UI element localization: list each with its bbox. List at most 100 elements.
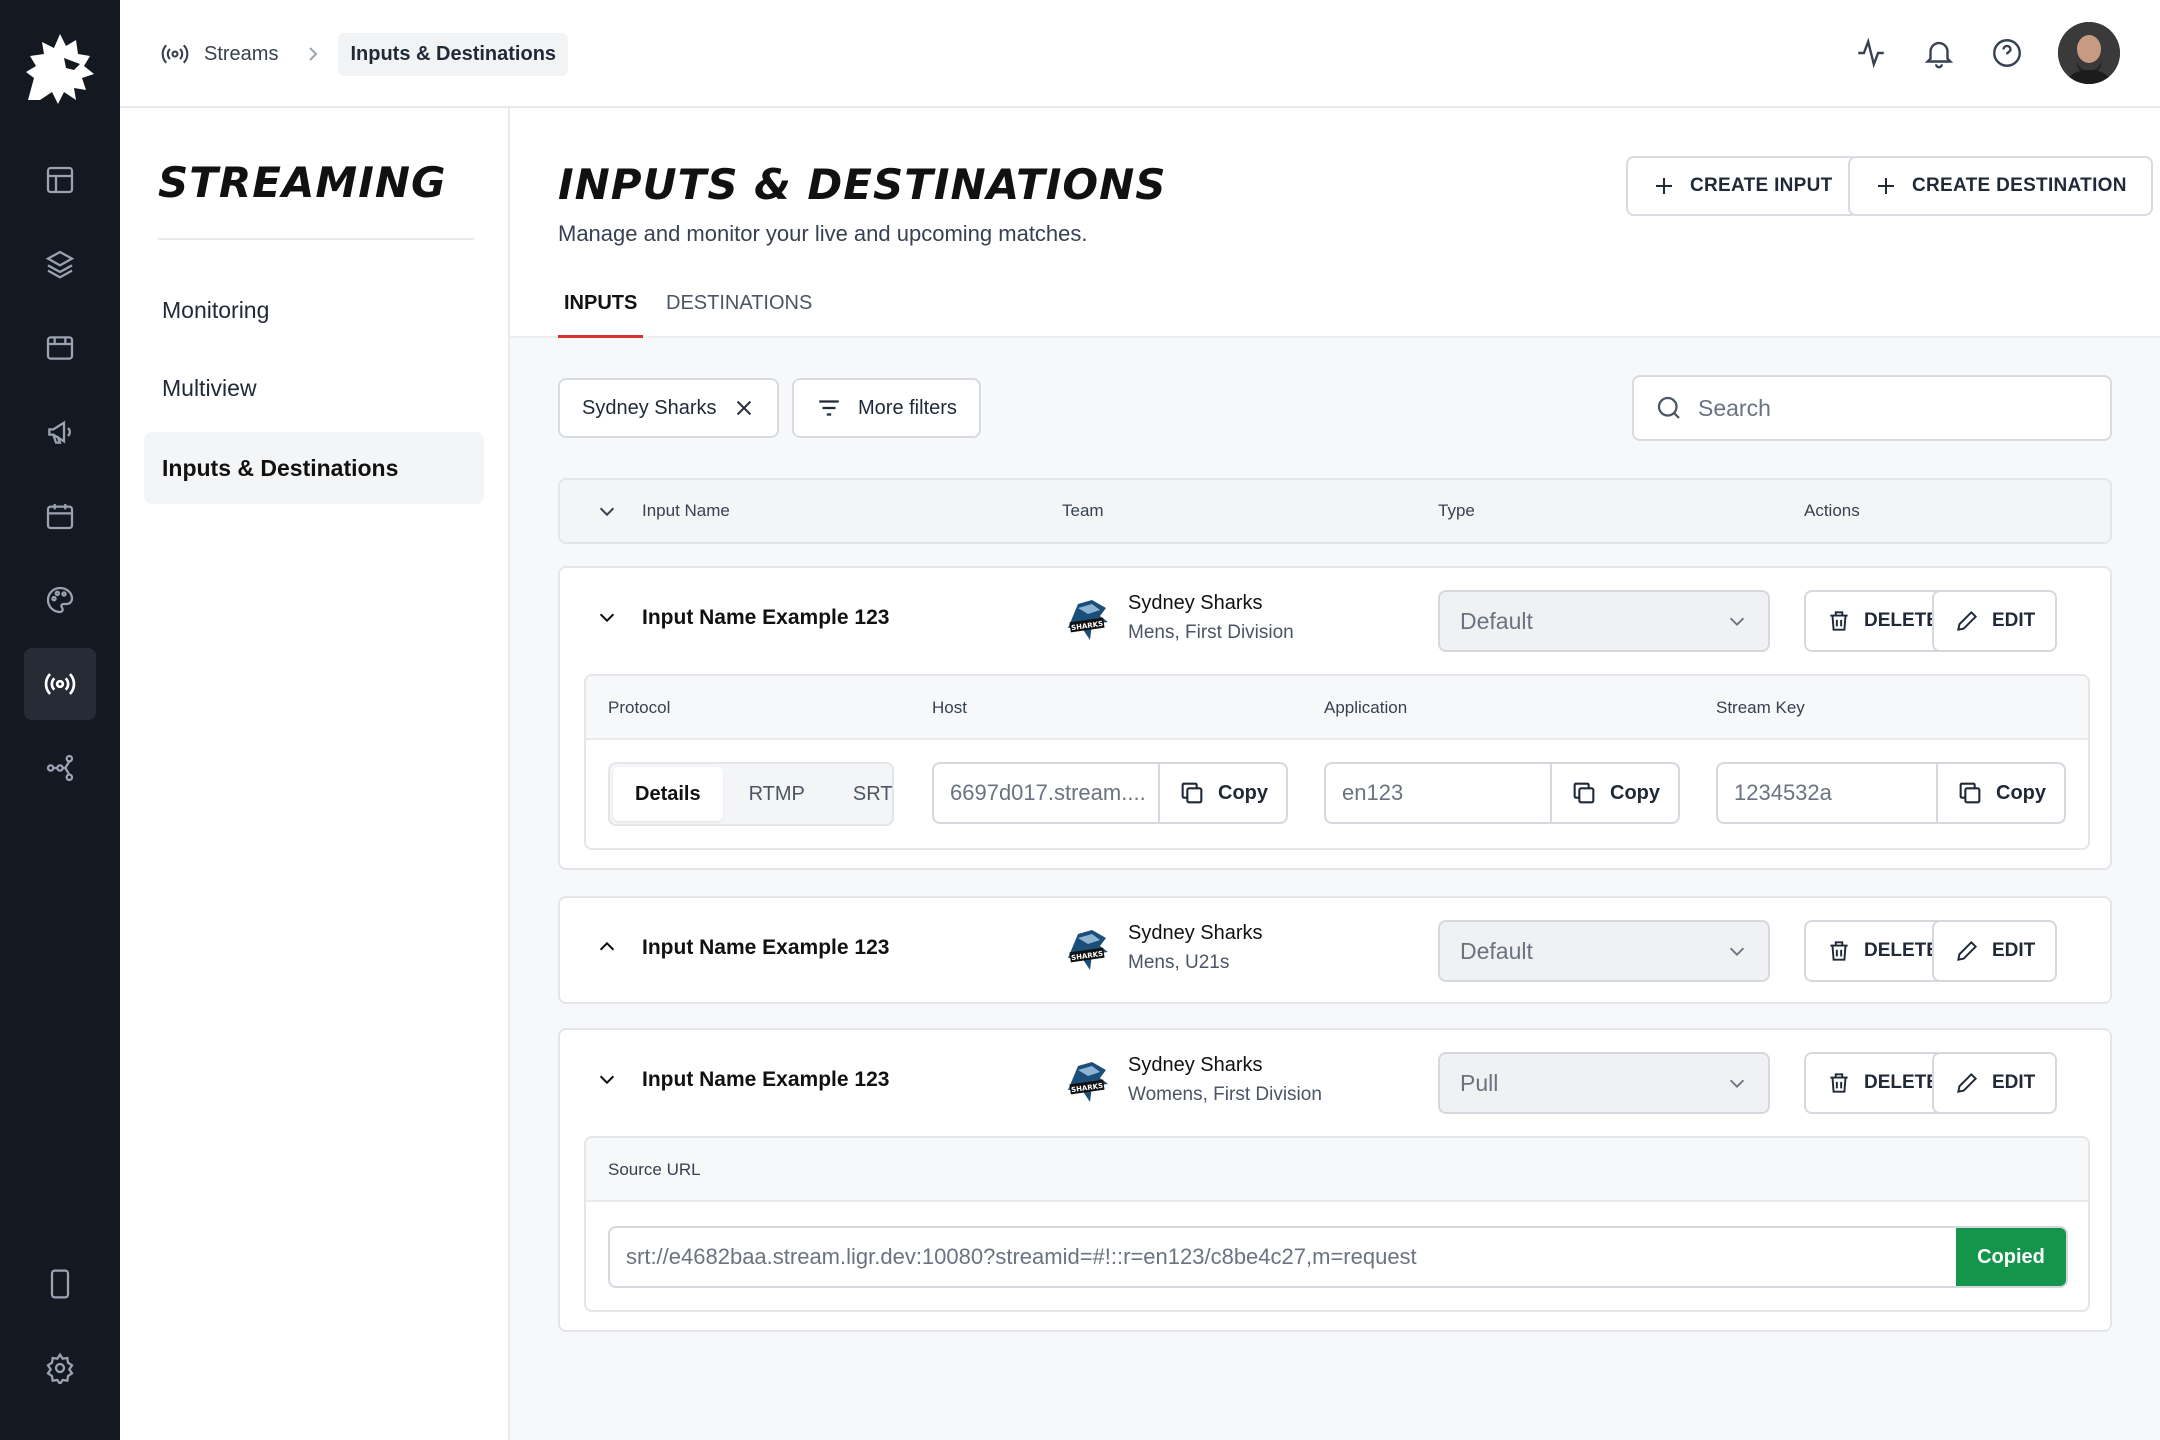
tab-destinations[interactable]: DESTINATIONS <box>660 292 818 338</box>
protocol-tab-rtmp[interactable]: RTMP <box>727 767 827 821</box>
divider <box>158 238 474 240</box>
main-content: INPUTS & DESTINATIONS Manage and monitor… <box>510 108 2160 1440</box>
rail-device[interactable] <box>24 1248 96 1320</box>
stream-key-field: 1234532a Copy <box>1716 762 2066 824</box>
copied-button[interactable]: Copied <box>1956 1228 2066 1286</box>
create-input-button[interactable]: CREATE INPUT <box>1626 156 1859 216</box>
pencil-icon <box>1957 610 1978 631</box>
top-header: Streams Inputs & Destinations <box>120 0 2160 108</box>
delete-label: DELETE <box>1864 610 1939 631</box>
stream-key-value[interactable]: 1234532a <box>1718 764 1936 822</box>
copy-host-button[interactable]: Copy <box>1158 764 1286 822</box>
settings-icon <box>46 1352 74 1384</box>
chevron-down-icon[interactable] <box>596 606 618 628</box>
pencil-icon <box>1957 940 1978 961</box>
more-filters-button[interactable]: More filters <box>792 378 981 438</box>
chevron-down-icon <box>1729 617 1745 626</box>
host-value[interactable]: 6697d017.stream.... <box>934 764 1158 822</box>
sidebar-item-monitoring[interactable]: Monitoring <box>144 274 484 346</box>
close-icon[interactable] <box>733 397 755 419</box>
rail-browser[interactable] <box>24 312 96 384</box>
chevron-down-icon[interactable] <box>596 1068 618 1090</box>
team-name: Sydney Sharks <box>1128 922 1263 944</box>
edit-label: EDIT <box>1992 610 2036 631</box>
source-url-value[interactable]: srt://e4682baa.stream.ligr.dev:10080?str… <box>610 1228 1956 1286</box>
copy-icon <box>1573 782 1595 804</box>
chevron-right-icon <box>306 44 320 64</box>
rail-layers[interactable] <box>24 228 96 300</box>
copy-label: Copy <box>1996 781 2046 804</box>
plus-icon <box>1878 178 1894 194</box>
megaphone-icon <box>48 420 71 444</box>
edit-button[interactable]: EDIT <box>1932 590 2058 652</box>
sidebar-item-inputs-destinations[interactable]: Inputs & Destinations <box>144 432 484 504</box>
broadcast-icon <box>44 673 76 695</box>
copy-label: Copy <box>1610 781 1660 804</box>
table-header: Input Name Team Type Actions <box>558 478 2112 544</box>
column-actions: Actions <box>1804 501 1860 520</box>
trash-icon <box>1830 1073 1848 1093</box>
type-select-value: Default <box>1460 607 1533 634</box>
source-url-header: Source URL <box>586 1138 2088 1202</box>
rail-calendar[interactable] <box>24 480 96 552</box>
edit-label: EDIT <box>1992 1072 2036 1093</box>
trash-icon <box>1830 941 1848 961</box>
avatar[interactable] <box>2058 22 2120 84</box>
sidebar-item-multiview[interactable]: Multiview <box>144 352 484 424</box>
bell-icon[interactable] <box>1922 36 1956 70</box>
team-logo-icon: SHARKS <box>1062 594 1114 646</box>
page-subtitle: Manage and monitor your live and upcomin… <box>558 221 1088 246</box>
header-host: Host <box>932 698 967 717</box>
chevron-up-icon[interactable] <box>596 936 618 958</box>
type-select-value: Pull <box>1460 1069 1499 1096</box>
type-select[interactable]: Default <box>1438 920 1770 982</box>
create-input-label: CREATE INPUT <box>1690 175 1833 196</box>
filter-icon <box>819 400 839 416</box>
rail-streaming[interactable] <box>24 648 96 720</box>
edit-label: EDIT <box>1992 940 2036 961</box>
edit-button[interactable]: EDIT <box>1932 920 2058 982</box>
activity-icon[interactable] <box>1854 36 1888 70</box>
chevron-down-icon[interactable] <box>596 480 618 542</box>
edit-button[interactable]: EDIT <box>1932 1052 2058 1114</box>
layout-icon <box>46 166 74 194</box>
chevron-down-icon <box>1729 947 1745 956</box>
rail-megaphone[interactable] <box>24 396 96 468</box>
rail-settings[interactable] <box>24 1332 96 1404</box>
rail-layout[interactable] <box>24 144 96 216</box>
filter-chip-team[interactable]: Sydney Sharks <box>558 378 779 438</box>
copy-application-button[interactable]: Copy <box>1550 764 1678 822</box>
delete-label: DELETE <box>1864 1072 1939 1093</box>
protocol-tab-srt[interactable]: SRT <box>831 767 915 821</box>
input-details-panel: Protocol Host Application Stream Key Det… <box>584 674 2090 850</box>
search-input[interactable]: Search <box>1632 375 2112 441</box>
source-url-panel: Source URL srt://e4682baa.stream.ligr.de… <box>584 1136 2090 1312</box>
application-value[interactable]: en123 <box>1326 764 1550 822</box>
sidebar-title: STREAMING <box>158 158 447 207</box>
column-team[interactable]: Team <box>1062 480 1104 542</box>
rail-palette[interactable] <box>24 564 96 636</box>
table-row: Input Name Example 123 SHARKS Sydney Sha… <box>558 1028 2112 1332</box>
team-name: Sydney Sharks <box>1128 592 1263 614</box>
lion-logo-icon[interactable] <box>20 28 100 108</box>
create-destination-button[interactable]: CREATE DESTINATION <box>1848 156 2153 216</box>
palette-icon <box>46 586 74 614</box>
column-type[interactable]: Type <box>1438 480 1475 542</box>
breadcrumb-streams[interactable]: Streams <box>160 39 278 69</box>
section-sidebar: STREAMING Monitoring Multiview Inputs & … <box>120 108 510 1440</box>
table-row: Input Name Example 123 SHARKS Sydney Sha… <box>558 896 2112 1004</box>
calendar-icon <box>46 504 74 530</box>
type-select[interactable]: Default <box>1438 590 1770 652</box>
protocol-tabs: Details RTMP SRT <box>608 762 894 826</box>
team-division: Mens, U21s <box>1128 952 1230 973</box>
host-field: 6697d017.stream.... Copy <box>932 762 1288 824</box>
copy-stream-key-button[interactable]: Copy <box>1936 764 2064 822</box>
help-icon[interactable] <box>1990 36 2024 70</box>
team-division: Womens, First Division <box>1128 1084 1322 1105</box>
tab-inputs[interactable]: INPUTS <box>558 292 644 338</box>
rail-flow[interactable] <box>24 732 96 804</box>
protocol-tab-details[interactable]: Details <box>613 767 723 821</box>
column-input-name[interactable]: Input Name <box>642 480 730 542</box>
type-select[interactable]: Pull <box>1438 1052 1770 1114</box>
team-division: Mens, First Division <box>1128 622 1294 643</box>
